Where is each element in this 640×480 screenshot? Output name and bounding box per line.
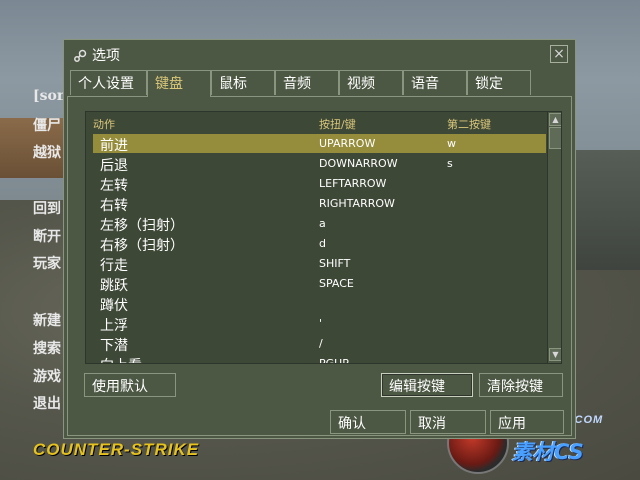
action-cell: 跳跃 [100,278,128,294]
bg-menu-item[interactable]: 新建 [33,310,61,330]
table-row[interactable]: 跳跃 SPACE [93,274,546,294]
key-cell: SHIFT [319,257,351,270]
edit-key-button[interactable]: 编辑按键 [381,373,473,397]
watermark-brand: 素材CS [512,440,584,464]
column-header-alt-key[interactable]: 第二按键 [447,116,491,132]
cancel-button[interactable]: 取消 [410,410,486,434]
action-cell: 前进 [100,138,128,154]
key-cell: / [319,337,323,350]
list-header: 动作 按扭/键 第二按键 [86,116,546,132]
tab-audio[interactable]: 音频 [275,70,339,95]
alt-key-cell: w [447,137,456,150]
table-row[interactable]: 前进 UPARROW w [93,134,546,154]
table-row[interactable]: 右转 RIGHTARROW [93,194,546,214]
key-cell: PGUP [319,357,349,364]
table-row[interactable]: 向上看 PGUP [93,354,546,364]
table-row[interactable]: 左转 LEFTARROW [93,174,546,194]
action-cell: 后退 [100,158,128,174]
bg-menu-item[interactable]: 退出 [33,393,61,413]
action-cell: 右转 [100,198,128,214]
action-cell: 上浮 [100,318,128,334]
key-binding-list[interactable]: 动作 按扭/键 第二按键 前进 UPARROW w 后退 DOWNARROW s… [85,111,562,364]
key-cell: UPARROW [319,137,376,150]
list-scrollbar[interactable]: ▲ ▼ [547,112,561,363]
key-cell: a [319,217,326,230]
key-cell: LEFTARROW [319,177,387,190]
game-logo: COUNTER-STRIKE [33,440,200,459]
bg-menu-item[interactable]: 搜索 [33,338,61,358]
tab-lock[interactable]: 锁定 [467,70,531,95]
scroll-down-icon[interactable]: ▼ [549,348,561,361]
tab-voice[interactable]: 语音 [403,70,467,95]
use-defaults-button[interactable]: 使用默认 [84,373,176,397]
key-cell: SPACE [319,277,354,290]
action-cell: 右移（扫射） [100,238,184,254]
table-row[interactable]: 右移（扫射） d [93,234,546,254]
action-cell: 行走 [100,258,128,274]
scroll-up-icon[interactable]: ▲ [549,113,561,126]
table-row[interactable]: 下潜 / [93,334,546,354]
table-row[interactable]: 上浮 ' [93,314,546,334]
dialog-title: 选项 [92,48,120,64]
table-row[interactable]: 后退 DOWNARROW s [93,154,546,174]
key-cell: d [319,237,326,250]
close-button[interactable]: × [550,45,568,63]
table-row[interactable]: 行走 SHIFT [93,254,546,274]
key-cell: RIGHTARROW [319,197,395,210]
clear-key-button[interactable]: 清除按键 [479,373,563,397]
action-cell: 下潜 [100,338,128,354]
bg-menu-item[interactable]: [son [33,88,67,104]
steam-icon [74,49,87,62]
action-cell: 左移（扫射） [100,218,184,234]
bg-menu-item[interactable]: 回到 [33,198,61,218]
tab-keyboard[interactable]: 键盘 [147,70,211,97]
bg-menu-item[interactable]: 游戏 [33,366,61,386]
scroll-thumb[interactable] [549,127,561,149]
options-dialog: 选项 × 个人设置 键盘 鼠标 音频 视频 语音 锁定 动作 按扭/键 第二按键… [63,39,576,439]
ok-button[interactable]: 确认 [330,410,406,434]
bg-menu-item[interactable]: 越狱 [33,142,61,162]
tab-video[interactable]: 视频 [339,70,403,95]
bg-menu-item[interactable]: 断开 [33,226,61,246]
column-header-action[interactable]: 动作 [93,116,115,132]
column-header-key[interactable]: 按扭/键 [319,116,356,132]
tab-mouse[interactable]: 鼠标 [211,70,275,95]
bg-menu-item[interactable]: 僵尸 [33,115,61,135]
apply-button[interactable]: 应用 [490,410,564,434]
keyboard-panel: 动作 按扭/键 第二按键 前进 UPARROW w 后退 DOWNARROW s… [67,96,572,436]
table-row[interactable]: 蹲伏 [93,294,546,314]
table-row[interactable]: 左移（扫射） a [93,214,546,234]
action-cell: 左转 [100,178,128,194]
alt-key-cell: s [447,157,453,170]
bg-menu-item[interactable]: 玩家 [33,253,61,273]
action-cell: 蹲伏 [100,298,128,314]
tab-personal[interactable]: 个人设置 [70,70,147,95]
key-cell: ' [319,317,323,330]
key-cell: DOWNARROW [319,157,398,170]
action-cell: 向上看 [100,355,142,363]
